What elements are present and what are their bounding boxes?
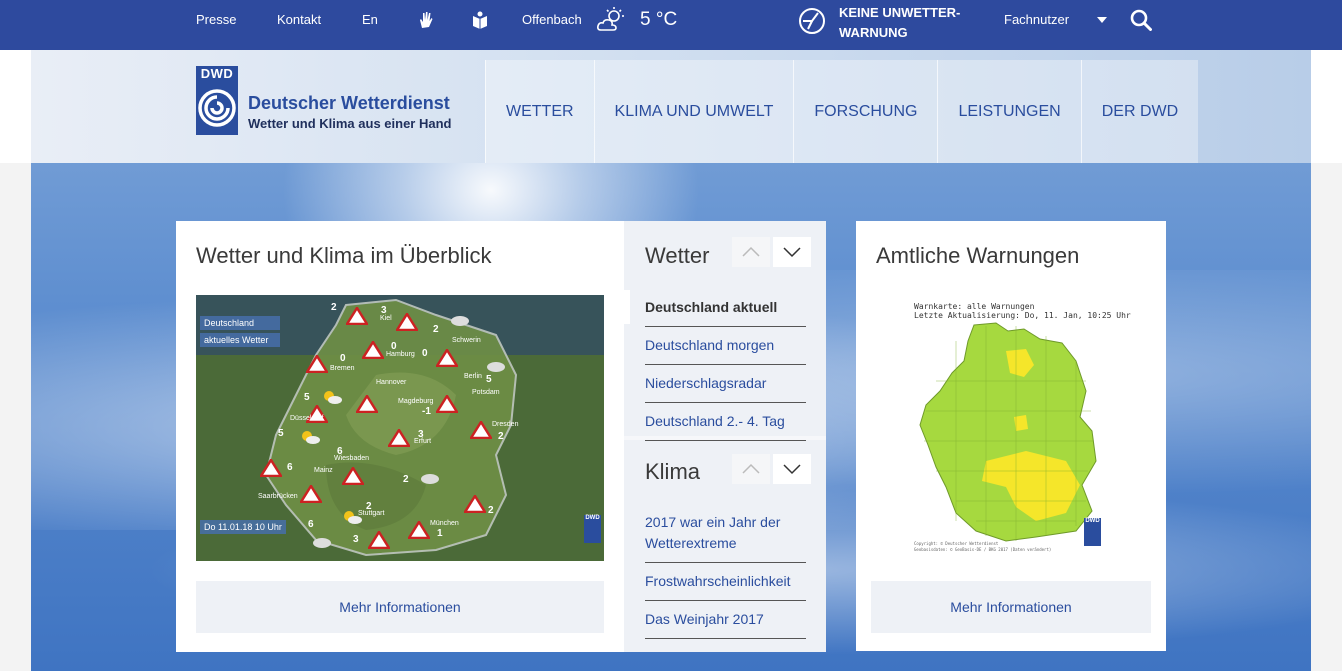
chevron-down-icon <box>783 464 801 475</box>
overview-title: Wetter und Klima im Überblick <box>196 243 492 268</box>
logo-abbr: DWD <box>200 66 234 81</box>
warnmap-copyright-2: Geobasisdaten: © GeoBasis-DE / BKG 2017 … <box>914 547 1052 552</box>
map-city: Saarbrücken <box>258 493 298 500</box>
warning-line-1: KEINE UNWETTER- <box>839 5 961 20</box>
warning-status-text[interactable]: KEINE UNWETTER- WARNUNG <box>839 3 989 43</box>
map-city: Wiesbaden <box>334 455 370 462</box>
warning-line-2: WARNUNG <box>839 25 908 40</box>
weather-map[interactable]: Deutschland aktuelles Wetter Do 11.01.18… <box>196 295 604 561</box>
chevron-up-icon <box>742 246 760 257</box>
warnings-more-button[interactable]: Mehr Informationen <box>871 581 1151 633</box>
map-city: Erfurt <box>414 438 432 445</box>
klima-heading: Klima <box>645 459 701 484</box>
klima-scroll-down-button[interactable] <box>773 454 811 484</box>
logo-mark: DWD <box>196 66 238 135</box>
service-bar: Presse Kontakt En Offenbach 5 °C KEINE U… <box>0 0 1342 50</box>
map-city: Magdeburg <box>398 398 434 405</box>
logo-name: Deutscher Wetterdienst <box>248 93 450 113</box>
map-city: Dresden <box>492 421 519 428</box>
wetter-list: Deutschland aktuell Deutschland morgen N… <box>645 289 806 441</box>
overview-panel: Wetter und Klima im Überblick Deutschlan… <box>176 221 624 652</box>
nav-leistungen[interactable]: LEISTUNGEN <box>937 60 1081 163</box>
warnmap-copyright-1: Copyright: © Deutscher Wetterdienst <box>914 541 999 546</box>
klima-scroll-up-button[interactable] <box>732 454 770 484</box>
warnings-panel: Amtliche Warnungen Warnkarte: alle Warnu… <box>856 221 1166 651</box>
warnmap-caption-2: Letzte Aktualisierung: Do, 11. Jan, 10:2… <box>914 311 1131 320</box>
active-indicator <box>624 290 630 324</box>
easy-language-icon[interactable] <box>470 10 490 30</box>
klima-item-jahr-der-wetterextreme[interactable]: 2017 war ein Jahr der Wetterextreme <box>645 504 806 563</box>
header-margin-left <box>0 50 31 163</box>
logo-tagline: Wetter und Klima aus einer Hand <box>248 116 452 131</box>
warning-status-icon[interactable] <box>798 7 826 35</box>
map-city: Düsseldorf <box>290 415 324 422</box>
presse-link[interactable]: Presse <box>196 0 236 40</box>
spiral-icon <box>198 89 236 127</box>
warnmap-dwd-logo: DWD <box>1084 518 1101 546</box>
topic-sidebar: Wetter Deutschland aktuell Deutschland m… <box>624 221 826 652</box>
wetter-scroll-up-button[interactable] <box>732 237 770 267</box>
germany-warning-map-image <box>919 322 1097 542</box>
map-cities: Kiel Schwerin Hamburg Bremen Berlin Pots… <box>196 295 604 561</box>
partly-cloudy-icon <box>596 6 626 34</box>
section-divider <box>624 436 826 440</box>
map-city: Hamburg <box>386 351 415 358</box>
main-navigation: WETTER KLIMA UND UMWELT FORSCHUNG LEISTU… <box>485 60 1199 163</box>
klima-item-oktober-2017[interactable]: Oktober 2017: einer der <box>645 639 806 652</box>
map-city: Berlin <box>464 373 482 380</box>
kontakt-link[interactable]: Kontakt <box>277 0 321 40</box>
map-city: Mainz <box>314 467 333 474</box>
wetter-item-niederschlagsradar[interactable]: Niederschlagsradar <box>645 365 806 403</box>
header-margin-right <box>1311 50 1342 163</box>
temperature-value: 5 °C <box>640 9 678 30</box>
warnmap-caption-1: Warnkarte: alle Warnungen <box>914 302 1035 311</box>
wetter-item-deutschland-aktuell[interactable]: Deutschland aktuell <box>645 289 806 327</box>
nav-klima-und-umwelt[interactable]: KLIMA UND UMWELT <box>593 60 794 163</box>
map-city: Stuttgart <box>358 510 385 517</box>
map-city: Potsdam <box>472 389 500 396</box>
wetter-heading: Wetter <box>645 243 710 268</box>
klima-item-frostwahrscheinlichkeit[interactable]: Frostwahrscheinlichkeit <box>645 563 806 601</box>
wetter-item-deutschland-morgen[interactable]: Deutschland morgen <box>645 327 806 365</box>
location-link[interactable]: Offenbach <box>522 0 582 40</box>
nav-wetter[interactable]: WETTER <box>485 60 594 163</box>
warnings-title: Amtliche Warnungen <box>876 243 1080 268</box>
sign-language-icon[interactable] <box>416 10 436 30</box>
map-city: Schwerin <box>452 337 481 344</box>
nav-der-dwd[interactable]: DER DWD <box>1080 60 1199 163</box>
chevron-down-icon <box>783 247 801 258</box>
language-link[interactable]: En <box>362 0 378 40</box>
dropdown-caret-icon[interactable] <box>1097 17 1107 25</box>
warning-map[interactable] <box>916 321 1106 547</box>
overview-more-button[interactable]: Mehr Informationen <box>196 581 604 633</box>
map-city: Kiel <box>380 315 392 322</box>
klima-item-weinjahr-2017[interactable]: Das Weinjahr 2017 <box>645 601 806 639</box>
search-icon[interactable] <box>1130 9 1152 31</box>
map-city: Bremen <box>330 365 355 372</box>
klima-list: 2017 war ein Jahr der Wetterextreme Fros… <box>645 504 806 652</box>
map-city: München <box>430 520 459 527</box>
nav-forschung[interactable]: FORSCHUNG <box>793 60 938 163</box>
map-city: Hannover <box>376 379 407 386</box>
chevron-up-icon <box>742 463 760 474</box>
wetter-scroll-down-button[interactable] <box>773 237 811 267</box>
user-type-select[interactable]: Fachnutzer <box>1004 0 1069 40</box>
